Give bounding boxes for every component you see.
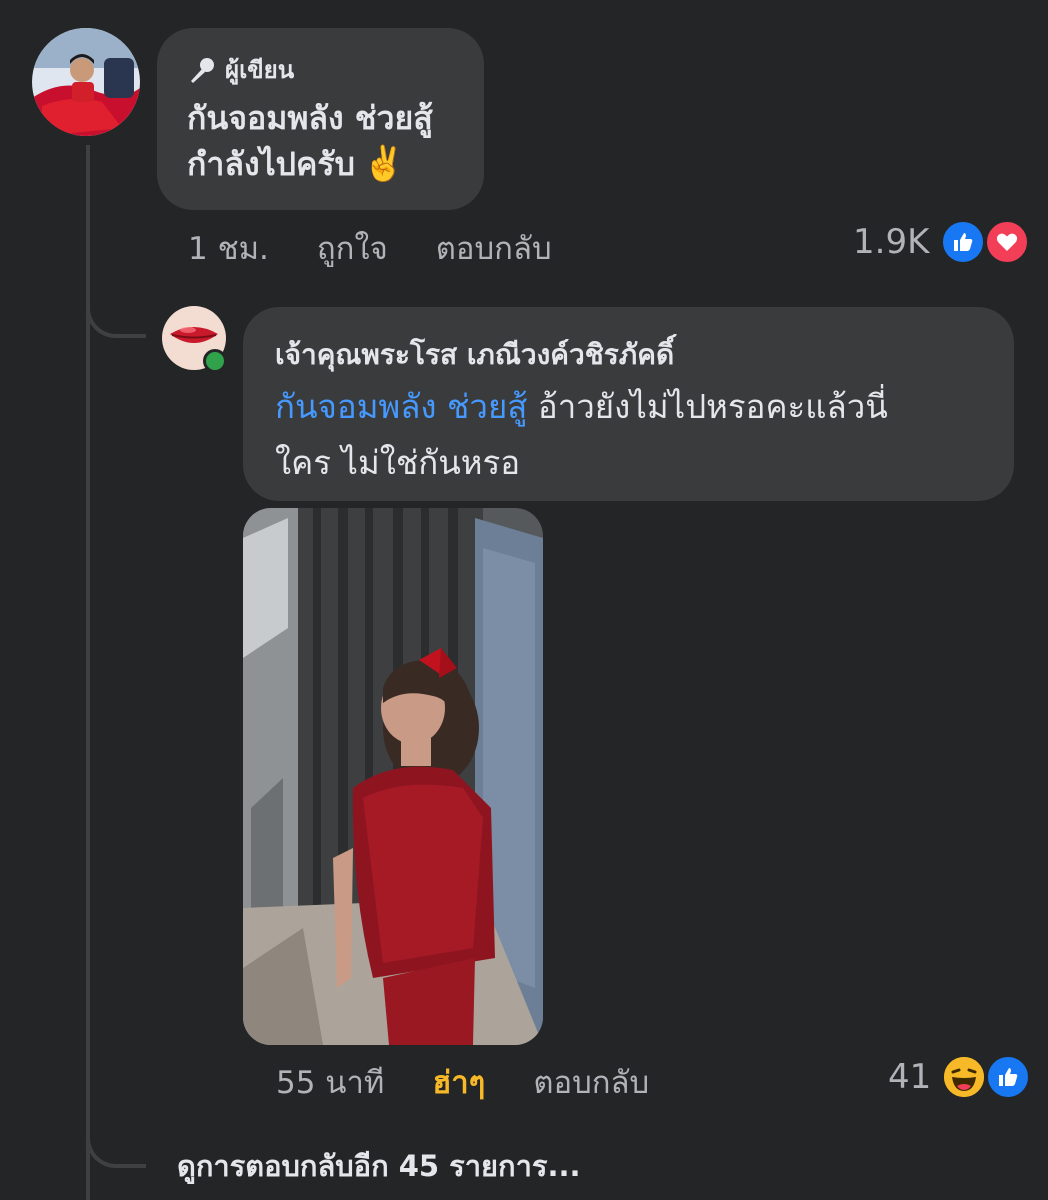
author-avatar[interactable] xyxy=(32,28,140,136)
mention-link[interactable]: กันจอมพลัง ช่วยสู้ xyxy=(275,387,527,426)
microphone-icon xyxy=(187,55,217,85)
comment-bubble: ผู้เขียน กันจอมพลัง ช่วยสู้ กำลังไปครับ … xyxy=(157,28,484,210)
like-action[interactable]: ถูกใจ xyxy=(317,223,388,273)
comment-text-line1: กันจอมพลัง ช่วยสู้ xyxy=(187,99,433,137)
reply-text-line1: อ้าวยังไม่ไปหรอคะแล้วนี่ xyxy=(527,387,888,426)
reply-reaction-count[interactable]: 41 xyxy=(888,1057,931,1097)
like-icon[interactable] xyxy=(940,219,986,265)
author-badge-label: ผู้เขียน xyxy=(225,56,295,84)
reply-bubble: เจ้าคุณพระโรส เภณีวงค์วชิรภัคดิ์ กันจอมพ… xyxy=(243,307,1014,501)
reply-action[interactable]: ตอบกลับ xyxy=(436,223,552,273)
comment-actions: 1 ชม. ถูกใจ ตอบกลับ xyxy=(188,226,552,270)
online-status-dot xyxy=(203,349,227,373)
reply-timestamp[interactable]: 55 นาที xyxy=(276,1057,384,1107)
haha-icon[interactable] xyxy=(941,1054,987,1100)
reply-text: กันจอมพลัง ช่วยสู้ อ้าวยังไม่ไปหรอคะแล้ว… xyxy=(275,379,982,491)
reply-reply-action[interactable]: ตอบกลับ xyxy=(533,1057,649,1107)
reply-text-line2: ใคร ไม่ใช่กันหรอ xyxy=(275,443,521,482)
victory-hand-emoji: ✌️ xyxy=(362,144,406,184)
reply-actions: 55 นาที ฮ่าๆ ตอบกลับ xyxy=(276,1060,649,1104)
timestamp[interactable]: 1 ชม. xyxy=(188,223,269,273)
reply-photo[interactable] xyxy=(243,508,543,1045)
like-icon[interactable] xyxy=(985,1054,1031,1100)
love-icon[interactable] xyxy=(984,219,1030,265)
thread-branch-more xyxy=(86,1120,146,1168)
comment-text-line2: กำลังไปครับ xyxy=(187,145,355,183)
reply-author-name[interactable]: เจ้าคุณพระโรส เภณีวงค์วชิรภัคดิ์ xyxy=(275,335,982,375)
view-more-replies-link[interactable]: ดูการตอบกลับอีก 45 รายการ... xyxy=(177,1143,581,1189)
thread-branch-reply xyxy=(86,290,146,338)
author-badge: ผู้เขียน xyxy=(187,50,454,89)
reaction-count[interactable]: 1.9K xyxy=(853,222,929,262)
comment-text: กันจอมพลัง ช่วยสู้ กำลังไปครับ ✌️ xyxy=(187,95,454,187)
haha-action[interactable]: ฮ่าๆ xyxy=(432,1057,485,1107)
